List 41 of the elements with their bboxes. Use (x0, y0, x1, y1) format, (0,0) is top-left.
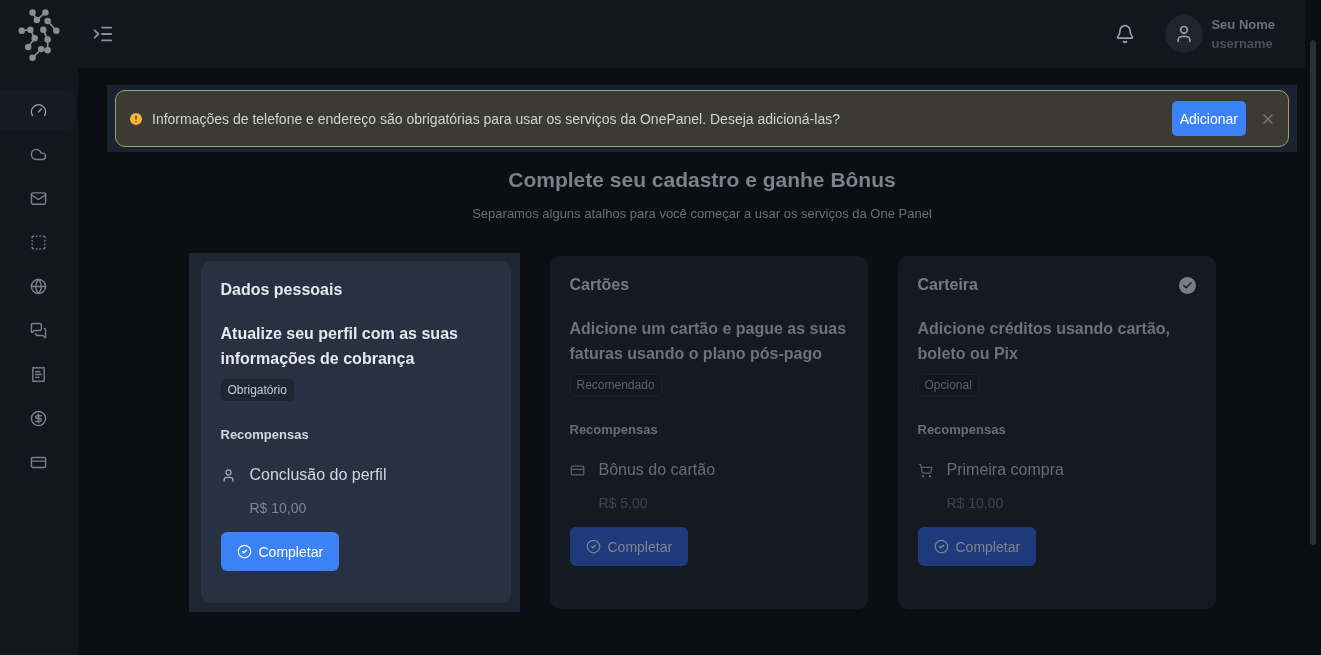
complete-button[interactable]: Completar (220, 532, 340, 571)
username: username (1211, 36, 1274, 51)
rewards-label: Recompensas (917, 422, 1007, 437)
dollar-icon (29, 409, 47, 427)
complete-button[interactable]: Completar (917, 527, 1037, 566)
reward-name: Conclusão do perfil (249, 466, 387, 484)
reward-name: Bônus do cartão (598, 461, 716, 479)
credit-card-icon (569, 462, 585, 478)
reward-name: Primeira compra (946, 461, 1064, 479)
notification-button[interactable] (1115, 24, 1136, 44)
warning-icon (128, 110, 144, 127)
card-title: Carteira (917, 276, 979, 294)
reward-value: R$ 10,00 (249, 500, 308, 516)
cart-icon (917, 462, 933, 478)
check-circle-icon (236, 544, 252, 559)
card-title: Cartões (569, 276, 631, 294)
check-circle-icon (933, 539, 949, 554)
frame-icon (29, 233, 47, 251)
complete-button[interactable]: Completar (569, 527, 689, 566)
section-title: Complete seu cadastro e ganhe Bônus (508, 168, 896, 192)
rewards-label: Recompensas (569, 422, 659, 437)
check-circle-icon (585, 539, 601, 554)
mail-icon (29, 189, 47, 207)
tag: Opcional (917, 374, 979, 396)
user-name: Seu Nome (1211, 17, 1275, 32)
add-button[interactable]: Adicionar (1171, 101, 1246, 136)
section-subtitle: Separamos alguns atalhos para você começar a usar os serviços da One Panel (472, 206, 932, 221)
rewards-label: Recompensas (220, 427, 310, 442)
globe-icon (29, 277, 47, 295)
chat-icon (29, 321, 47, 339)
card-description: Adicione créditos usando cartão, boleto ou Pix (917, 319, 1171, 364)
avatar[interactable] (1165, 15, 1204, 53)
tag: Obrigatório (220, 379, 294, 401)
card-title: Dados pessoais (220, 281, 344, 299)
gauge-icon (29, 101, 47, 119)
user-icon (220, 467, 236, 483)
alert-message: Informações de telefone e endereço são obrigatórias para usar os serviços da OnePanel. Deseja adicioná-las? (152, 110, 841, 127)
card-description: Atualize seu perfil com as suas informações de cobrança (220, 324, 459, 369)
tag: Recomendado (569, 374, 662, 396)
receipt-icon (29, 365, 47, 383)
card-description: Adicione um cartão e pague as suas faturas usando o plano pós-pago (569, 319, 848, 364)
